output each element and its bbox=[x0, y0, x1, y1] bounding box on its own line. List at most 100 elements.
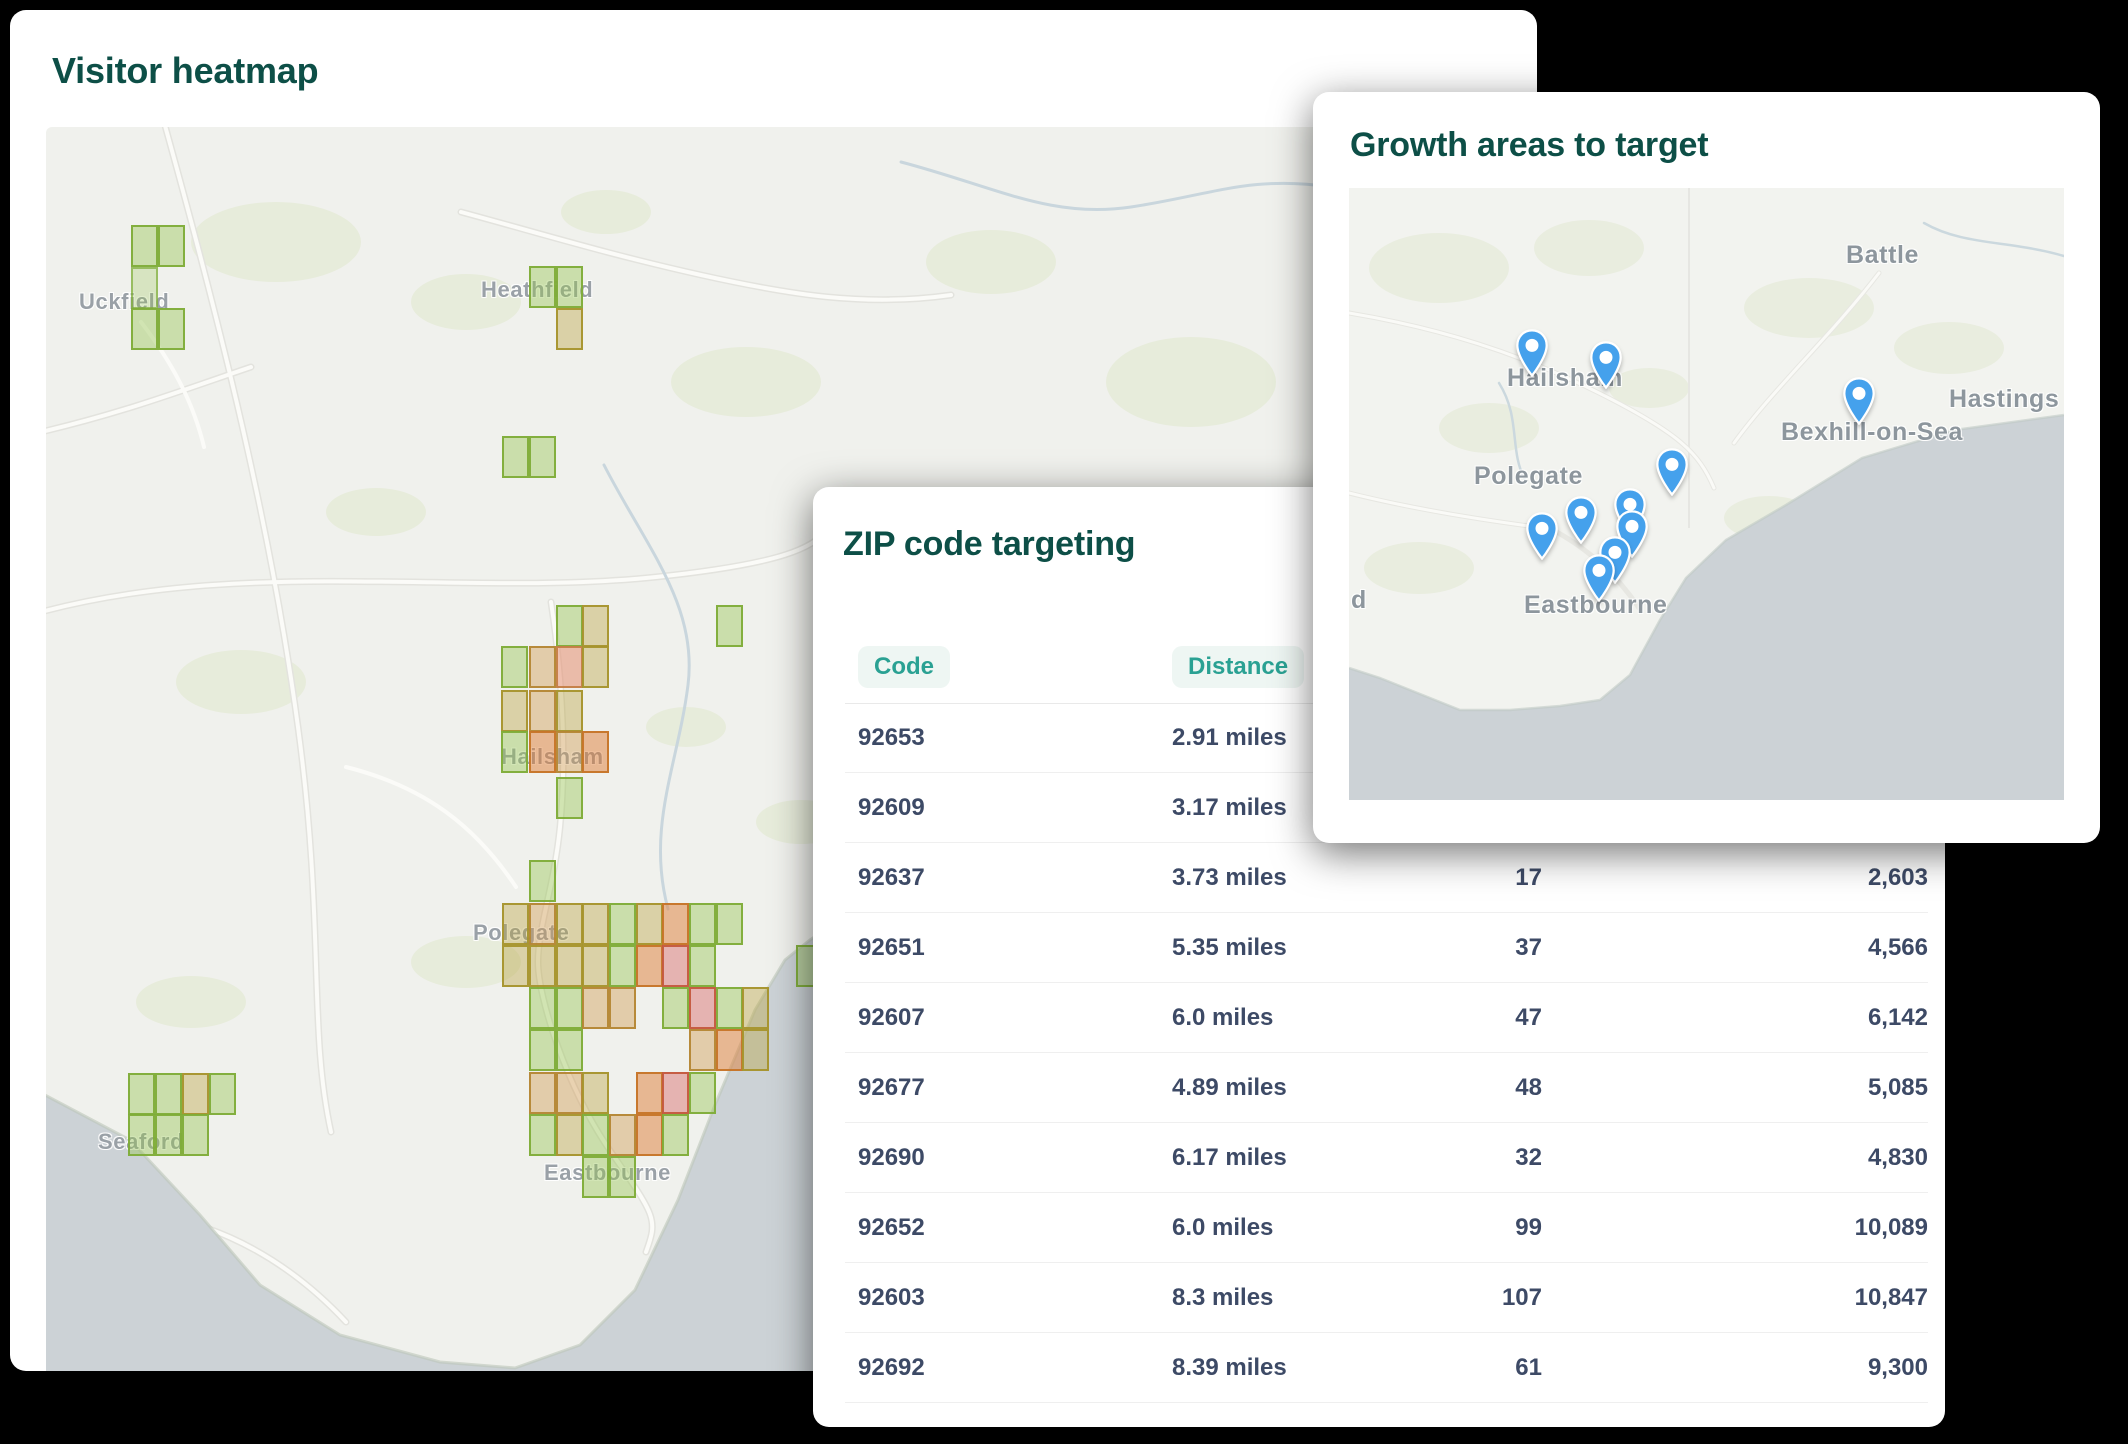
map-pin-icon[interactable] bbox=[1515, 329, 1549, 377]
table-row: 926076.0 miles476,142 bbox=[845, 983, 1928, 1053]
heat-cell bbox=[609, 1114, 636, 1156]
heat-cell bbox=[609, 987, 636, 1029]
heat-cell bbox=[556, 903, 583, 945]
cell-code: 92651 bbox=[858, 934, 1172, 962]
heat-cell bbox=[529, 860, 556, 902]
map-pin-icon[interactable] bbox=[1589, 341, 1623, 389]
heat-cell bbox=[556, 308, 583, 350]
heat-cell bbox=[582, 987, 609, 1029]
heat-cell bbox=[529, 690, 556, 732]
heat-cell bbox=[716, 605, 743, 647]
heat-cell bbox=[529, 731, 556, 773]
heat-cell bbox=[128, 1073, 155, 1115]
map-pin-icon[interactable] bbox=[1564, 496, 1598, 544]
heat-cell bbox=[529, 266, 556, 308]
cell-distance: 3.73 miles bbox=[1172, 864, 1332, 892]
cell-distance: 6.0 miles bbox=[1172, 1214, 1332, 1242]
heat-cell bbox=[609, 903, 636, 945]
heat-cell bbox=[689, 1072, 716, 1114]
cell-distance: 6.17 miles bbox=[1172, 1144, 1332, 1172]
zip-targeting-title: ZIP code targeting bbox=[843, 525, 1135, 564]
cell-distance: 8.3 miles bbox=[1172, 1284, 1332, 1312]
cell-col4: 5,085 bbox=[1542, 1074, 1928, 1102]
heat-cell bbox=[155, 1114, 182, 1156]
heat-cell bbox=[716, 987, 743, 1029]
column-header-distance[interactable]: Distance bbox=[1172, 646, 1304, 688]
heat-cell bbox=[502, 436, 529, 478]
heat-cell bbox=[556, 690, 583, 732]
heat-cell bbox=[609, 1156, 636, 1198]
town-label: Polegate bbox=[1474, 462, 1583, 491]
heat-cell bbox=[689, 903, 716, 945]
cell-distance: 5.35 miles bbox=[1172, 934, 1332, 962]
heat-cell bbox=[529, 945, 556, 987]
cell-code: 92603 bbox=[858, 1284, 1172, 1312]
table-row: 926373.73 miles172,603 bbox=[845, 843, 1928, 913]
heat-cell bbox=[131, 308, 158, 350]
cell-code: 92607 bbox=[858, 1004, 1172, 1032]
heat-cell bbox=[556, 266, 583, 308]
map-pin-icon[interactable] bbox=[1655, 448, 1689, 496]
heat-cell bbox=[662, 987, 689, 1029]
column-header-code[interactable]: Code bbox=[858, 646, 950, 688]
heat-cell bbox=[131, 267, 158, 309]
heat-cell bbox=[529, 1072, 556, 1114]
table-row: 926038.3 miles10710,847 bbox=[845, 1263, 1928, 1333]
growth-areas-title: Growth areas to target bbox=[1350, 126, 1708, 165]
heat-cell bbox=[502, 945, 529, 987]
heat-cell bbox=[556, 731, 583, 773]
cell-col3: 99 bbox=[1332, 1214, 1542, 1242]
heat-cell bbox=[609, 945, 636, 987]
table-row: 926906.17 miles324,830 bbox=[845, 1123, 1928, 1193]
heat-cell bbox=[556, 1114, 583, 1156]
heat-cell bbox=[556, 1072, 583, 1114]
cell-code: 92637 bbox=[858, 864, 1172, 892]
heat-cell bbox=[556, 1029, 583, 1071]
cell-col3: 37 bbox=[1332, 934, 1542, 962]
cell-col4: 6,142 bbox=[1542, 1004, 1928, 1032]
heat-cell bbox=[582, 731, 609, 773]
heat-cell bbox=[582, 1156, 609, 1198]
heat-cell bbox=[209, 1073, 236, 1115]
heat-cell bbox=[131, 225, 158, 267]
cell-col3: 48 bbox=[1332, 1074, 1542, 1102]
map-pin-icon[interactable] bbox=[1525, 512, 1559, 560]
heat-cell bbox=[158, 225, 185, 267]
heat-cell bbox=[182, 1114, 209, 1156]
heat-cell bbox=[502, 903, 529, 945]
heat-cell bbox=[582, 646, 609, 688]
growth-areas-map[interactable]: BattleHastingsBexhill-on-SeaHailshamPole… bbox=[1349, 188, 2064, 800]
heat-cell bbox=[662, 1072, 689, 1114]
town-label: d bbox=[1351, 586, 1367, 615]
heat-cell bbox=[155, 1073, 182, 1115]
heat-cell bbox=[662, 903, 689, 945]
heat-cell bbox=[716, 903, 743, 945]
heat-cell bbox=[128, 1114, 155, 1156]
heat-cell bbox=[529, 436, 556, 478]
heat-cell bbox=[689, 987, 716, 1029]
map-pin-icon[interactable] bbox=[1582, 554, 1616, 602]
heat-cell bbox=[689, 945, 716, 987]
cell-distance: 4.89 miles bbox=[1172, 1074, 1332, 1102]
heat-cell bbox=[689, 1029, 716, 1071]
heat-cell bbox=[556, 987, 583, 1029]
cell-col4: 4,830 bbox=[1542, 1144, 1928, 1172]
cell-col3: 32 bbox=[1332, 1144, 1542, 1172]
cell-code: 92677 bbox=[858, 1074, 1172, 1102]
growth-areas-card: Growth areas to target bbox=[1313, 92, 2100, 843]
cell-col4: 10,847 bbox=[1542, 1284, 1928, 1312]
cell-code: 92653 bbox=[858, 724, 1172, 752]
heat-cell bbox=[662, 945, 689, 987]
heat-cell bbox=[529, 646, 556, 688]
map-pin-icon[interactable] bbox=[1842, 377, 1876, 425]
cell-code: 92690 bbox=[858, 1144, 1172, 1172]
heat-cell bbox=[529, 1029, 556, 1071]
heat-cell bbox=[716, 1029, 743, 1071]
town-label: Battle bbox=[1846, 241, 1919, 270]
town-label: Hastings bbox=[1949, 385, 2059, 414]
heat-cell bbox=[556, 646, 583, 688]
dashboard: Visitor heatmap bbox=[0, 0, 2128, 1444]
heat-cell bbox=[582, 945, 609, 987]
heat-cell bbox=[742, 987, 769, 1029]
cell-col3: 47 bbox=[1332, 1004, 1542, 1032]
